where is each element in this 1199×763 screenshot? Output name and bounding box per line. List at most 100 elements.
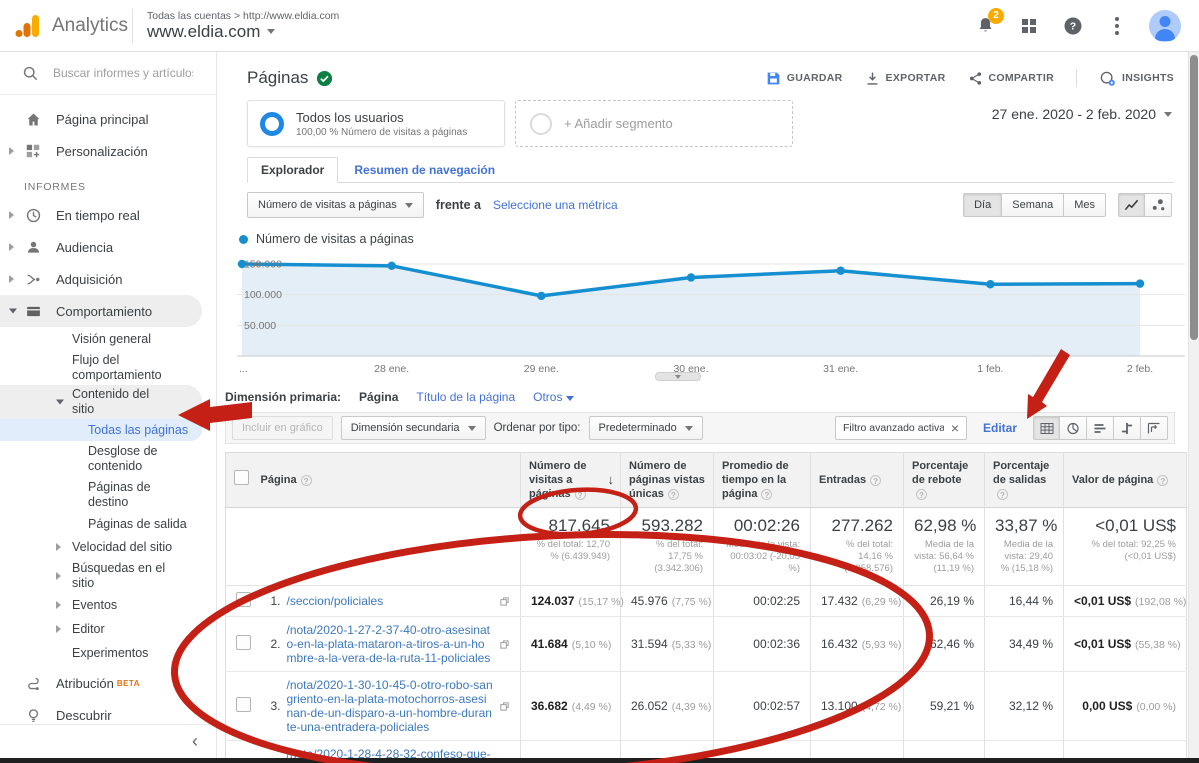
help-icon[interactable] [870, 475, 881, 486]
save-button[interactable]: GUARDAR [766, 71, 843, 86]
row-checkbox[interactable] [236, 592, 251, 607]
more-options-button[interactable] [1105, 14, 1129, 38]
open-page-icon[interactable] [499, 701, 510, 712]
cell-pageviews-pct: (5,10 %) [572, 639, 612, 651]
sort-type-dropdown[interactable]: Predeterminado [589, 416, 703, 440]
data-view-button[interactable] [1033, 416, 1060, 440]
sidebar-item-behavior-flow[interactable]: Flujo del comportamiento [0, 351, 202, 385]
help-icon[interactable] [997, 489, 1008, 500]
granularity-day-button[interactable]: Día [963, 193, 1002, 217]
help-icon[interactable] [575, 489, 586, 500]
property-selector[interactable]: www.eldia.com [147, 22, 339, 42]
sidebar-item-audience[interactable]: Audiencia [0, 231, 202, 263]
granularity-month-button[interactable]: Mes [1064, 193, 1106, 217]
sidebar-item-attribution[interactable]: Atribución BETA [0, 667, 202, 699]
sidebar-item-all-pages[interactable]: Todas las páginas [0, 419, 202, 441]
help-icon[interactable] [1157, 475, 1168, 486]
sidebar-item-experiments[interactable]: Experimentos [0, 641, 202, 665]
sidebar-item-site-search[interactable]: Búsquedas en el sitio [0, 559, 202, 593]
timeseries-chart[interactable]: 50.000100.000150.000 ...28 ene.29 ene.30… [237, 250, 1185, 378]
col-header-avg-time[interactable]: Promedio de tiempo en la página [722, 460, 789, 500]
export-button[interactable]: EXPORTAR [865, 71, 946, 86]
select-all-checkbox[interactable] [234, 470, 249, 485]
sidebar-item-exit-pages[interactable]: Páginas de salida [0, 513, 202, 535]
granularity-week-button[interactable]: Semana [1002, 193, 1064, 217]
percentage-view-button[interactable] [1060, 416, 1087, 440]
help-icon[interactable] [301, 475, 312, 486]
help-icon[interactable] [668, 489, 679, 500]
cell-bounce: 62,46 % [930, 637, 974, 651]
date-range-picker[interactable]: 27 ene. 2020 - 2 feb. 2020 [992, 106, 1172, 122]
cell-value: <0,01 US$ [1074, 637, 1131, 651]
chart-scrubber-handle[interactable] [655, 372, 701, 381]
col-header-unique-pageviews[interactable]: Número de páginas vistas únicas [629, 460, 705, 500]
chart-point[interactable] [1136, 279, 1144, 287]
metric-dropdown[interactable]: Número de visitas a páginas [247, 192, 424, 218]
chart-point[interactable] [387, 262, 395, 270]
chart-point[interactable] [986, 280, 994, 288]
sidebar-item-personalization[interactable]: Personalización [0, 135, 202, 167]
performance-view-button[interactable] [1087, 416, 1114, 440]
y-axis-label: 50.000 [244, 320, 276, 332]
sidebar-item-behavior[interactable]: Comportamiento [0, 295, 202, 327]
table-header-row: Página Número de visitas a páginas Númer… [226, 453, 1187, 508]
search-input[interactable] [53, 66, 193, 80]
page-link[interactable]: /seccion/policiales [287, 594, 494, 608]
dimension-other-dropdown[interactable]: Otros [533, 390, 574, 404]
sidebar-item-publisher[interactable]: Editor [0, 617, 202, 641]
sidebar-item-realtime[interactable]: En tiempo real [0, 199, 202, 231]
col-header-page[interactable]: Página [261, 474, 297, 486]
add-segment-button[interactable]: + Añadir segmento [515, 100, 793, 147]
row-checkbox[interactable] [236, 697, 251, 712]
chart-point[interactable] [537, 292, 545, 300]
col-header-bounce-rate[interactable]: Porcentaje de rebote [912, 460, 968, 486]
sort-descending-icon[interactable] [608, 473, 615, 487]
remove-filter-button[interactable] [944, 417, 966, 439]
analytics-logo-icon[interactable] [14, 11, 44, 41]
col-header-page-value[interactable]: Valor de página [1072, 474, 1153, 486]
segment-card-all-users[interactable]: Todos los usuarios 100,00 % Número de vi… [247, 100, 505, 147]
scrollbar-thumb[interactable] [1190, 55, 1198, 340]
sidebar-item-site-content[interactable]: Contenido del sitio [0, 385, 202, 419]
notifications-button[interactable]: 2 [973, 14, 997, 38]
pivot-view-button[interactable] [1141, 416, 1168, 440]
dimension-page[interactable]: Página [359, 390, 398, 404]
col-header-exit-rate[interactable]: Porcentaje de salidas [993, 460, 1049, 486]
share-button[interactable]: COMPARTIR [968, 71, 1055, 86]
help-icon[interactable] [916, 489, 927, 500]
sidebar-item-events[interactable]: Eventos [0, 593, 202, 617]
edit-filter-link[interactable]: Editar [983, 421, 1017, 435]
chart-point[interactable] [687, 273, 695, 281]
user-avatar[interactable] [1149, 10, 1181, 42]
dimension-page-title[interactable]: Título de la página [416, 390, 515, 404]
sidebar-item-site-speed[interactable]: Velocidad del sitio [0, 535, 202, 559]
help-icon[interactable] [761, 489, 772, 500]
col-header-entrances[interactable]: Entradas [819, 474, 866, 486]
page-scrollbar[interactable] [1188, 52, 1199, 758]
sidebar-item-content-drilldown[interactable]: Desglose de contenido [0, 441, 202, 477]
page-link[interactable]: /nota/2020-1-30-10-45-0-otro-robo-sangri… [287, 678, 494, 734]
tab-navigation-summary[interactable]: Resumen de navegación [338, 158, 511, 182]
line-chart-button[interactable] [1118, 193, 1145, 217]
open-page-icon[interactable] [499, 596, 510, 607]
motion-chart-button[interactable] [1145, 193, 1172, 217]
open-page-icon[interactable] [499, 639, 510, 650]
sidebar-item-behavior-overview[interactable]: Visión general [0, 327, 202, 351]
page-link[interactable]: /nota/2020-1-27-2-37-40-otro-asesinato-e… [287, 623, 494, 665]
comparison-view-button[interactable] [1114, 416, 1141, 440]
apps-grid-button[interactable] [1017, 14, 1041, 38]
sidebar-item-home[interactable]: Página principal [0, 103, 202, 135]
tab-explorer[interactable]: Explorador [247, 157, 338, 183]
select-metric-link[interactable]: Seleccione una métrica [493, 198, 618, 212]
row-checkbox[interactable] [236, 635, 251, 650]
summary-pageviews: 817.645 [531, 516, 610, 536]
chart-point[interactable] [836, 267, 844, 275]
sidebar-collapse-button[interactable] [0, 724, 216, 758]
chevron-down-icon [267, 29, 275, 34]
help-button[interactable]: ? [1061, 14, 1085, 38]
insights-button[interactable]: INSIGHTS [1099, 70, 1174, 87]
breadcrumb[interactable]: Todas las cuentas > http://www.eldia.com [147, 10, 339, 22]
sidebar-item-landing-pages[interactable]: Páginas de destino [0, 477, 202, 513]
secondary-dimension-dropdown[interactable]: Dimensión secundaria [341, 416, 486, 440]
sidebar-item-acquisition[interactable]: Adquisición [0, 263, 202, 295]
